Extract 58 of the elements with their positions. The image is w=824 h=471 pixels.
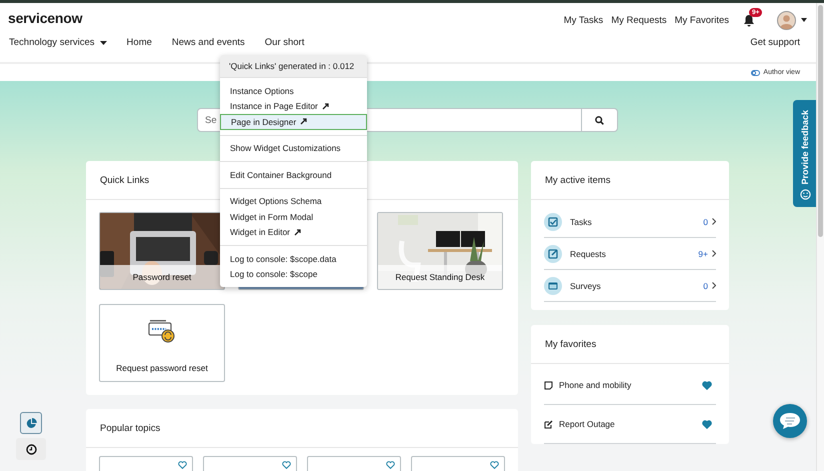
nav-link[interactable]: Our short [264, 37, 304, 48]
edit-icon [544, 420, 553, 428]
feedback-tab[interactable]: Provide feedback [793, 100, 817, 207]
tile-label: Request Standing Desk [378, 265, 502, 289]
chat-bubble-icon [779, 412, 801, 430]
quick-link-tile[interactable]: Request password reset [99, 304, 225, 382]
pie-chart-icon [26, 418, 36, 428]
menu-item[interactable]: Edit Container Background [220, 167, 367, 182]
nav-link[interactable]: Home [126, 37, 152, 48]
note-icon [544, 380, 553, 390]
get-support-link[interactable]: Get support [750, 37, 800, 48]
header-link[interactable]: My Tasks [564, 14, 604, 26]
search-button[interactable] [582, 108, 618, 132]
heart-icon[interactable] [386, 461, 395, 469]
chevron-icon[interactable] [712, 218, 716, 225]
heart-icon[interactable] [282, 461, 291, 469]
card-title: My active items [545, 174, 610, 186]
smiley-icon [800, 189, 810, 200]
bell-icon[interactable] [743, 14, 755, 26]
heart-icon[interactable] [702, 420, 712, 428]
tile-label: Password reset [100, 265, 224, 289]
active-item-link[interactable]: Surveys 0 [544, 270, 716, 302]
header-link[interactable]: My Requests [611, 14, 667, 26]
favorite-link[interactable]: Report Outage [544, 419, 615, 429]
card-title: Quick Links [100, 174, 150, 186]
avatar[interactable] [777, 10, 796, 30]
edit-icon [544, 244, 562, 262]
window-icon [544, 276, 562, 294]
checkbox-icon [544, 212, 562, 230]
nav-link[interactable]: Technology services [9, 37, 107, 48]
clock-icon [26, 444, 36, 454]
card-title: Popular topics [100, 422, 160, 434]
nav-link[interactable]: News and events [172, 37, 245, 48]
menu-item[interactable]: Widget Options Schema [220, 194, 367, 209]
chevron-icon[interactable] [712, 282, 716, 289]
password-card-icon [148, 319, 176, 343]
heart-icon[interactable] [702, 380, 712, 390]
menu-item[interactable]: Show Widget Customizations [220, 140, 367, 156]
header-link[interactable]: My Favorites [674, 14, 729, 26]
caret-icon[interactable] [801, 18, 807, 22]
menu-item[interactable]: Page in Designer [220, 114, 367, 130]
heart-icon[interactable] [178, 461, 187, 469]
tile-label: Request password reset [116, 363, 208, 373]
logo[interactable]: servicenow [8, 10, 82, 26]
active-item-link[interactable]: Tasks 0 [544, 206, 716, 238]
menu-header: 'Quick Links' generated in : 0.012 [220, 55, 367, 77]
quick-link-tile[interactable]: Request Standing Desk [377, 212, 503, 290]
active-item-link[interactable]: Requests 9+ [544, 238, 716, 270]
quick-link-tile[interactable]: Password reset [99, 212, 225, 290]
heart-icon[interactable] [490, 461, 499, 469]
menu-item[interactable]: Instance Options [220, 83, 367, 98]
toggle-icon [751, 70, 760, 76]
chevron-icon[interactable] [712, 250, 716, 257]
search-icon [595, 116, 604, 124]
dock-button[interactable] [16, 438, 46, 460]
favorite-link[interactable]: Phone and mobility [544, 380, 632, 390]
scrollbar[interactable] [816, 3, 824, 471]
card-title: My favorites [545, 338, 596, 350]
